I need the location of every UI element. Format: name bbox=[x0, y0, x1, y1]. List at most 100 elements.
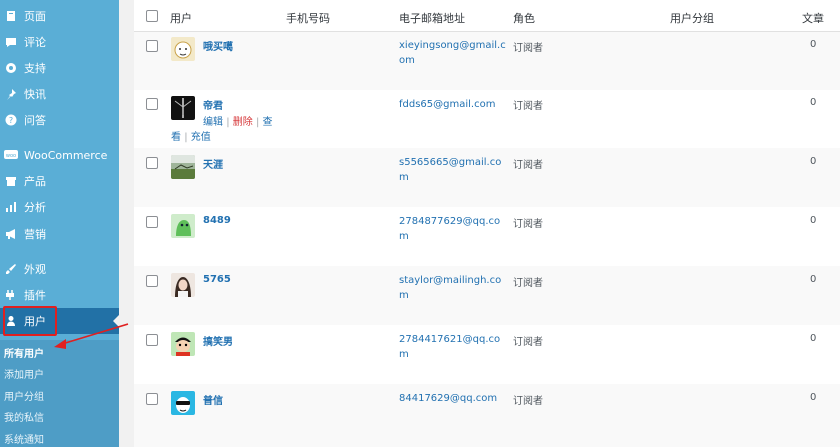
user-name-link[interactable]: 5765 bbox=[203, 274, 231, 285]
menu-marketing[interactable]: 营销 bbox=[0, 221, 119, 247]
user-name-link[interactable]: 普信 bbox=[203, 392, 223, 407]
col-role: 角色 bbox=[513, 12, 535, 25]
annotation-arrow bbox=[54, 323, 129, 349]
menu-comments[interactable]: 评论 bbox=[0, 29, 119, 55]
pin-icon bbox=[4, 87, 18, 101]
col-email[interactable]: 电子邮箱地址 bbox=[399, 10, 465, 26]
users-table: 用户 手机号码 电子邮箱地址 角色 用户分组 文章 哦买噶 xieyingson… bbox=[134, 0, 840, 447]
post-count[interactable]: 0 bbox=[810, 215, 816, 226]
avatar bbox=[171, 332, 195, 356]
post-count[interactable]: 0 bbox=[810, 274, 816, 285]
email-link[interactable]: 84417629@qq.com bbox=[399, 391, 509, 406]
recharge-link[interactable]: 充值 bbox=[191, 132, 211, 143]
email-link[interactable]: s5565665@gmail.com bbox=[399, 155, 509, 185]
menu-label: 营销 bbox=[24, 228, 46, 241]
menu-label: 快讯 bbox=[24, 88, 46, 101]
support-icon bbox=[4, 61, 18, 75]
menu-support[interactable]: 支持 bbox=[0, 55, 119, 81]
menu-label: 分析 bbox=[24, 201, 46, 214]
user-name-link[interactable]: 帝君 bbox=[203, 97, 223, 112]
row-checkbox[interactable] bbox=[146, 393, 158, 405]
question-icon: ? bbox=[4, 113, 18, 127]
role-text: 订阅者 bbox=[513, 101, 543, 112]
menu-label: 外观 bbox=[24, 263, 46, 276]
view-link-part1[interactable]: 查 bbox=[263, 117, 273, 128]
delete-link[interactable]: 删除 bbox=[233, 117, 253, 128]
role-text: 订阅者 bbox=[513, 337, 543, 348]
post-count[interactable]: 0 bbox=[810, 39, 816, 50]
select-all-checkbox[interactable] bbox=[146, 10, 158, 22]
post-count[interactable]: 0 bbox=[810, 156, 816, 167]
role-text: 订阅者 bbox=[513, 43, 543, 54]
menu-label: 插件 bbox=[24, 289, 46, 302]
role-text: 订阅者 bbox=[513, 396, 543, 407]
svg-text:woo: woo bbox=[6, 153, 16, 159]
separator: | bbox=[184, 132, 188, 143]
role-text: 订阅者 bbox=[513, 160, 543, 171]
table-row: 8489 2784877629@qq.com 订阅者 0 bbox=[134, 207, 840, 266]
email-link[interactable]: 2784417621@qq.com bbox=[399, 332, 509, 362]
table-row: 搞笑男 2784417621@qq.com 订阅者 0 bbox=[134, 325, 840, 384]
menu-qa[interactable]: ? 问答 bbox=[0, 107, 119, 133]
users-submenu: 所有用户 添加用户 用户分组 我的私信 系统通知 bbox=[0, 340, 119, 447]
role-text: 订阅者 bbox=[513, 219, 543, 230]
table-row: 哦买噶 xieyingsong@gmail.com 订阅者 0 bbox=[134, 32, 840, 90]
menu-news[interactable]: 快讯 bbox=[0, 81, 119, 107]
post-count[interactable]: 0 bbox=[810, 392, 816, 403]
menu-plugins[interactable]: 插件 bbox=[0, 282, 119, 308]
col-posts: 文章 bbox=[802, 12, 824, 25]
email-link[interactable]: fdds65@gmail.com bbox=[399, 97, 509, 112]
menu-woocommerce[interactable]: woo WooCommerce bbox=[0, 142, 119, 168]
avatar bbox=[171, 155, 195, 179]
highlight-box bbox=[3, 306, 57, 336]
menu-products[interactable]: 产品 bbox=[0, 168, 119, 194]
user-name-link[interactable]: 天涯 bbox=[203, 156, 223, 171]
comment-icon bbox=[4, 35, 18, 49]
menu-label: 支持 bbox=[24, 62, 46, 75]
separator: | bbox=[226, 117, 230, 128]
role-text: 订阅者 bbox=[513, 278, 543, 289]
avatar bbox=[171, 96, 195, 120]
view-link-part2[interactable]: 看 bbox=[171, 132, 181, 143]
brush-icon bbox=[4, 262, 18, 276]
table-header: 用户 手机号码 电子邮箱地址 角色 用户分组 文章 bbox=[134, 0, 840, 32]
email-link[interactable]: 2784877629@qq.com bbox=[399, 214, 509, 244]
menu-label: WooCommerce bbox=[24, 148, 108, 162]
email-link[interactable]: staylor@mailingh.com bbox=[399, 273, 509, 303]
avatar bbox=[171, 37, 195, 61]
megaphone-icon bbox=[4, 227, 18, 241]
post-count[interactable]: 0 bbox=[810, 333, 816, 344]
submenu-all-users[interactable]: 所有用户 bbox=[4, 345, 44, 360]
table-row: 普信 84417629@qq.com 订阅者 0 bbox=[134, 384, 840, 447]
row-checkbox[interactable] bbox=[146, 40, 158, 52]
submenu-my-messages[interactable]: 我的私信 bbox=[4, 409, 44, 424]
row-checkbox[interactable] bbox=[146, 275, 158, 287]
row-checkbox[interactable] bbox=[146, 216, 158, 228]
menu-pages[interactable]: 页面 bbox=[0, 3, 119, 29]
menu-appearance[interactable]: 外观 bbox=[0, 256, 119, 282]
table-row: 帝君 编辑 | 删除 | 查 看 | 充值 fdds65@gmail.com 订… bbox=[134, 90, 840, 148]
separator: | bbox=[255, 117, 260, 128]
pages-icon bbox=[4, 9, 18, 23]
row-actions: 编辑 | 删除 | 查 bbox=[203, 113, 273, 128]
user-name-link[interactable]: 哦买噶 bbox=[203, 38, 233, 53]
email-link[interactable]: xieyingsong@gmail.com bbox=[399, 38, 509, 68]
submenu-user-groups[interactable]: 用户分组 bbox=[4, 388, 44, 403]
user-name-link[interactable]: 8489 bbox=[203, 215, 231, 226]
edit-link[interactable]: 编辑 bbox=[203, 117, 223, 128]
row-checkbox[interactable] bbox=[146, 98, 158, 110]
submenu-system-notices[interactable]: 系统通知 bbox=[4, 431, 44, 446]
post-count[interactable]: 0 bbox=[810, 97, 816, 108]
submenu-add-user[interactable]: 添加用户 bbox=[4, 366, 44, 381]
col-user[interactable]: 用户 bbox=[170, 10, 192, 26]
woo-icon: woo bbox=[4, 148, 18, 162]
plugin-icon bbox=[4, 288, 18, 302]
col-group: 用户分组 bbox=[670, 12, 714, 25]
row-checkbox[interactable] bbox=[146, 334, 158, 346]
row-actions-wrap: 看 | 充值 bbox=[171, 128, 211, 143]
row-checkbox[interactable] bbox=[146, 157, 158, 169]
avatar bbox=[171, 214, 195, 238]
bar-chart-icon bbox=[4, 200, 18, 214]
user-name-link[interactable]: 搞笑男 bbox=[203, 333, 233, 348]
menu-analytics[interactable]: 分析 bbox=[0, 194, 119, 220]
